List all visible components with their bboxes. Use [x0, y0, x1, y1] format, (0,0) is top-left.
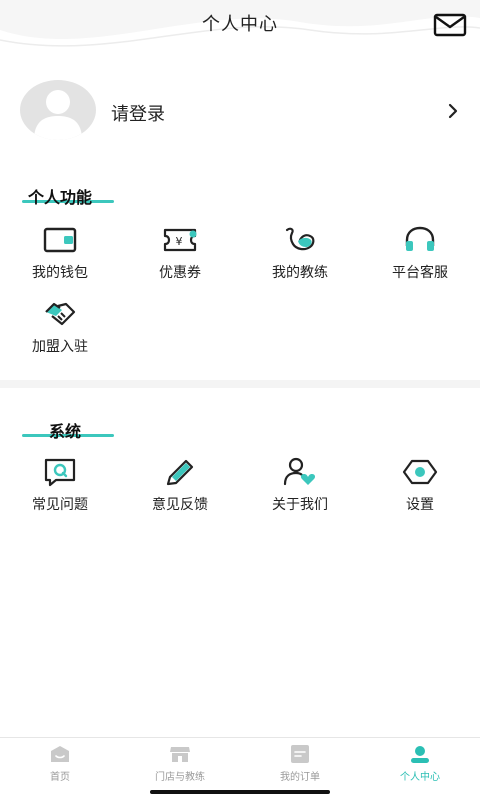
tab-profile[interactable]: 个人中心 [360, 738, 480, 788]
settings-hex-icon [402, 459, 438, 485]
faq-button[interactable]: 常见问题 [0, 456, 120, 522]
tab-label: 门店与教练 [155, 772, 205, 783]
tab-label: 首页 [50, 772, 70, 783]
about-us-button[interactable]: 关于我们 [240, 456, 360, 522]
user-heart-icon [283, 457, 316, 486]
section-title-personal: 个人功能 [28, 188, 93, 207]
tab-label: 我的订单 [280, 772, 320, 783]
default-avatar-icon [34, 90, 82, 140]
tab-orders[interactable]: 我的订单 [240, 738, 360, 788]
mail-icon [433, 13, 467, 37]
grid-item-label: 加盟入驻 [32, 339, 88, 355]
grid-item-label: 优惠券 [159, 265, 201, 281]
grid-item-label: 设置 [406, 497, 434, 513]
faq-chat-icon [44, 458, 76, 487]
svg-text:¥: ¥ [176, 235, 183, 248]
avatar [20, 80, 96, 140]
handshake-icon [45, 302, 76, 326]
grid-item-label: 关于我们 [272, 497, 328, 513]
section-title-system: 系统 [49, 422, 82, 441]
coupon-button[interactable]: ¥ 优惠券 [120, 224, 240, 290]
store-icon [170, 747, 190, 762]
profile-icon [411, 746, 429, 763]
wallet-button[interactable]: 我的钱包 [0, 224, 120, 290]
section-divider [0, 380, 480, 388]
wallet-icon [43, 227, 77, 253]
chevron-right-icon [448, 103, 458, 119]
coupon-icon: ¥ [163, 228, 197, 252]
page-title: 个人中心 [202, 14, 278, 35]
coach-button[interactable]: 我的教练 [240, 224, 360, 290]
feedback-button[interactable]: 意见反馈 [120, 456, 240, 522]
customer-service-button[interactable]: 平台客服 [360, 224, 480, 290]
settings-button[interactable]: 设置 [360, 456, 480, 522]
home-icon [51, 746, 69, 762]
grid-item-label: 平台客服 [392, 265, 448, 281]
order-icon [291, 745, 309, 763]
tab-store-coach[interactable]: 门店与教练 [120, 738, 240, 788]
mail-button[interactable] [433, 12, 467, 38]
headset-icon [405, 226, 435, 251]
grid-item-label: 我的钱包 [32, 265, 88, 281]
grid-item-label: 我的教练 [272, 265, 328, 281]
login-prompt: 请登录 [111, 104, 165, 125]
home-indicator [150, 790, 330, 794]
franchise-button[interactable]: 加盟入驻 [0, 298, 120, 364]
grid-item-label: 常见问题 [32, 497, 88, 513]
header: 个人中心 [0, 0, 480, 56]
grid-item-label: 意见反馈 [152, 497, 208, 513]
login-row[interactable]: 请登录 [0, 80, 480, 142]
tab-label: 个人中心 [400, 772, 440, 783]
muscle-arm-icon [285, 227, 315, 251]
pencil-icon [166, 459, 194, 486]
tab-home[interactable]: 首页 [0, 738, 120, 788]
